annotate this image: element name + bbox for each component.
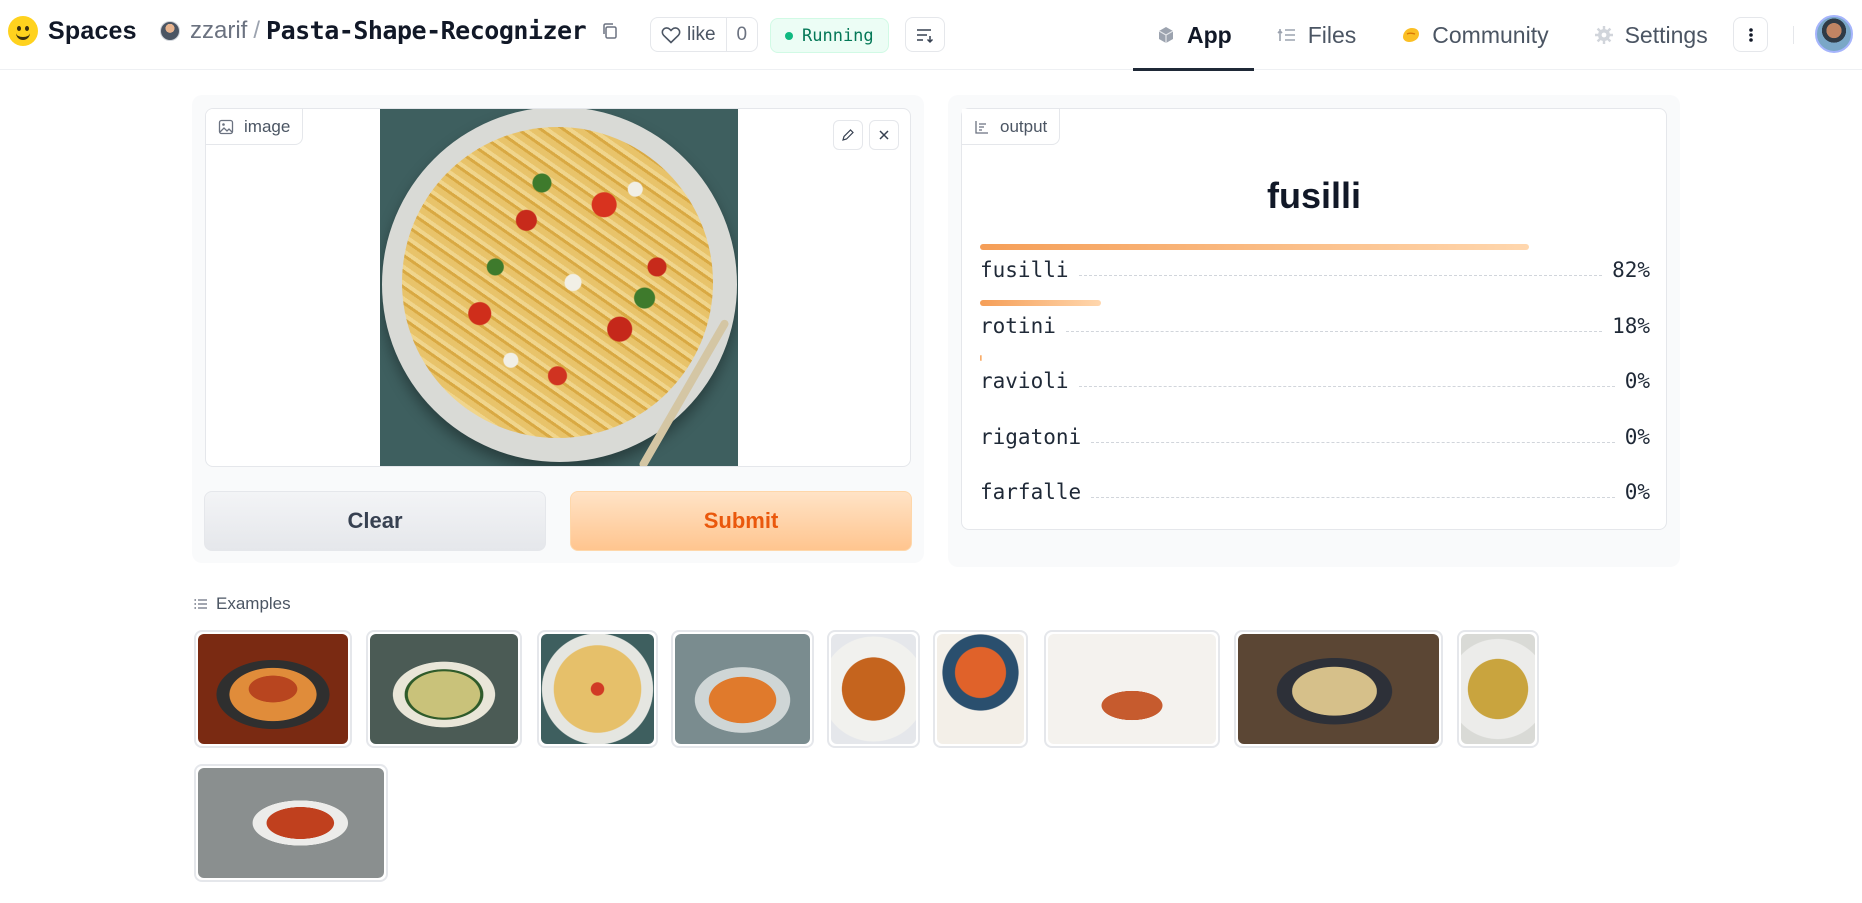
gear-icon xyxy=(1594,26,1613,44)
confidence-row[interactable]: ravioli 0% xyxy=(980,355,1650,411)
cube-icon xyxy=(1158,27,1174,43)
example-orecchiette[interactable] xyxy=(1457,630,1539,748)
status-dot-icon xyxy=(785,31,793,40)
confidence-value: 0% xyxy=(1624,424,1650,449)
copy-icon[interactable] xyxy=(600,21,620,41)
user-avatar[interactable] xyxy=(1815,15,1853,53)
label-output: output fusilli fusilli 82% rotini 18% ra… xyxy=(961,108,1667,530)
spaces-brand-link[interactable]: Spaces xyxy=(8,16,137,46)
example-conchiglie[interactable] xyxy=(1234,630,1443,748)
tab-app-label: App xyxy=(1187,21,1232,48)
confidence-row[interactable]: farfalle 0% xyxy=(980,466,1650,522)
tab-app[interactable]: App xyxy=(1133,0,1254,71)
tab-community[interactable]: Community xyxy=(1378,0,1570,70)
list-icon xyxy=(194,599,207,609)
heart-icon xyxy=(661,26,681,44)
confidence-label: rotini xyxy=(980,313,1056,338)
confidence-list: fusilli 82% rotini 18% ravioli 0% rigato… xyxy=(980,244,1650,522)
examples-label: Examples xyxy=(216,594,291,613)
hugging-face-logo-icon xyxy=(8,16,38,46)
like-button[interactable]: like 0 xyxy=(650,17,759,52)
confidence-bar xyxy=(980,299,1101,306)
breadcrumb: zzarif / Pasta-Shape-Recognizer xyxy=(160,16,620,45)
logs-button[interactable] xyxy=(905,17,945,52)
confidence-row[interactable]: fusilli 82% xyxy=(980,244,1650,300)
predicted-label: fusilli xyxy=(962,175,1666,217)
more-options-button[interactable] xyxy=(1733,17,1768,52)
edit-image-button[interactable] xyxy=(833,120,863,150)
output-label-text: output xyxy=(1000,116,1048,136)
examples-header: Examples xyxy=(194,594,291,614)
confidence-label: ravioli xyxy=(980,369,1069,393)
image-toolbar xyxy=(833,120,899,150)
confidence-label: farfalle xyxy=(980,480,1082,504)
top-navigation-bar: Spaces zzarif / Pasta-Shape-Recognizer l… xyxy=(0,0,1862,71)
example-spaghetti-bolognese[interactable] xyxy=(194,630,352,748)
like-label: like xyxy=(687,23,716,45)
close-icon xyxy=(879,130,889,140)
header-divider xyxy=(1793,26,1794,44)
confidence-value: 82% xyxy=(1612,258,1650,282)
input-panel: image Clear Submit xyxy=(192,95,924,563)
example-ditalini[interactable] xyxy=(933,630,1028,748)
status-badge[interactable]: Running xyxy=(770,18,889,53)
confidence-label: fusilli xyxy=(980,258,1069,282)
image-upload-area[interactable]: image xyxy=(205,108,911,467)
tab-files[interactable]: Files xyxy=(1254,0,1379,70)
brand-title: Spaces xyxy=(48,16,137,45)
output-panel: output fusilli fusilli 82% rotini 18% ra… xyxy=(948,95,1680,567)
example-fusilli-salad[interactable] xyxy=(537,630,658,748)
tab-settings-label: Settings xyxy=(1624,21,1708,48)
example-penne[interactable] xyxy=(671,630,814,748)
image-block-label: image xyxy=(206,109,304,145)
example-rigatoni[interactable] xyxy=(827,630,920,748)
image-label-text: image xyxy=(244,116,291,136)
files-icon xyxy=(1277,29,1295,41)
example-pesto-pasta[interactable] xyxy=(366,630,522,748)
remove-image-button[interactable] xyxy=(869,120,899,150)
pencil-icon xyxy=(842,129,854,141)
confidence-value: 0% xyxy=(1624,369,1650,393)
status-text: Running xyxy=(802,25,874,46)
tab-community-label: Community xyxy=(1432,21,1549,48)
logs-icon xyxy=(917,28,934,43)
repo-name-link[interactable]: Pasta-Shape-Recognizer xyxy=(266,16,587,45)
example-lasagna[interactable] xyxy=(194,764,388,882)
community-icon xyxy=(1403,28,1420,42)
confidence-value: 0% xyxy=(1624,480,1650,504)
confidence-bar xyxy=(980,355,982,361)
like-count: 0 xyxy=(725,18,758,51)
tab-settings[interactable]: Settings xyxy=(1571,0,1730,70)
confidence-value: 18% xyxy=(1612,313,1650,338)
tab-files-label: Files xyxy=(1307,21,1357,48)
vertical-dots-icon xyxy=(1748,27,1753,42)
space-tabs: App Files Community Settings xyxy=(1133,0,1730,71)
example-cannelloni[interactable] xyxy=(1044,630,1220,748)
uploaded-pasta-image xyxy=(380,109,738,466)
confidence-row[interactable]: rigatoni 0% xyxy=(980,411,1650,467)
confidence-label: rigatoni xyxy=(980,424,1082,449)
owner-link[interactable]: zzarif xyxy=(190,17,247,45)
output-block-label: output xyxy=(962,109,1061,145)
confidence-row[interactable]: rotini 18% xyxy=(980,299,1650,356)
breadcrumb-separator: / xyxy=(253,16,261,44)
confidence-bar xyxy=(980,244,1530,250)
owner-avatar xyxy=(160,20,180,41)
predicted-label-text: fusilli xyxy=(1266,175,1361,216)
image-icon xyxy=(218,119,234,134)
chart-icon xyxy=(975,120,988,134)
clear-button[interactable]: Clear xyxy=(204,491,546,551)
submit-button[interactable]: Submit xyxy=(570,491,912,551)
